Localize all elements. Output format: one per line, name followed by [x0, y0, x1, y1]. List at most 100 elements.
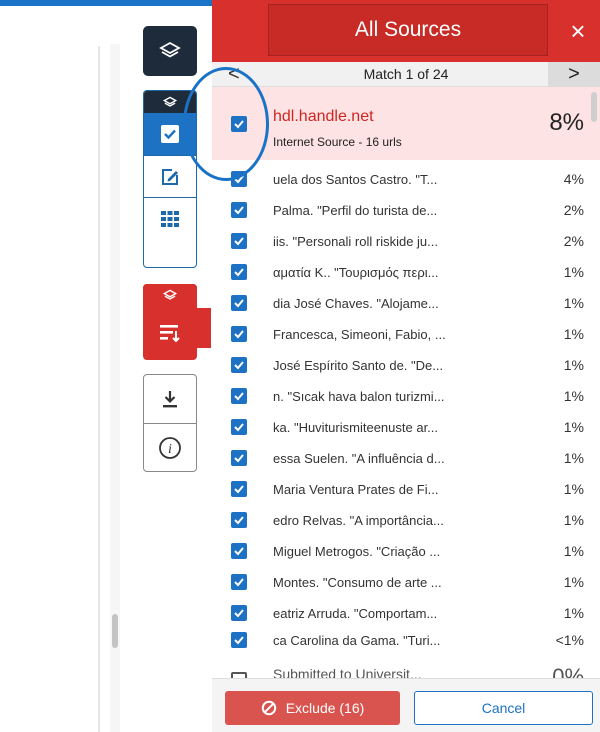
- source-checkbox[interactable]: [231, 543, 247, 559]
- source-checkbox[interactable]: [231, 419, 247, 435]
- source-percentage: 0%: [552, 664, 584, 678]
- active-panel-indicator: [197, 308, 211, 348]
- source-checkbox[interactable]: [231, 326, 247, 342]
- sources-tools-header: [143, 284, 197, 306]
- source-name[interactable]: Francesca, Simeoni, Fabio, ...: [273, 327, 446, 342]
- download-icon: [163, 391, 177, 408]
- check-icon: [234, 485, 244, 494]
- filter-sort-icon: [160, 325, 180, 343]
- source-checkbox[interactable]: [231, 388, 247, 404]
- source-row[interactable]: uela dos Santos Castro. "T... 4%: [212, 163, 584, 194]
- highlight-circle-annotation: [183, 67, 269, 181]
- source-row[interactable]: Palma. "Perfil do turista de... 2%: [212, 194, 584, 225]
- source-percentage: 8%: [549, 109, 584, 136]
- source-name[interactable]: Maria Ventura Prates de Fi...: [273, 482, 438, 497]
- check-icon: [234, 299, 244, 308]
- source-percentage: 2%: [563, 202, 584, 218]
- source-percentage: 1%: [563, 574, 584, 590]
- source-percentage: <1%: [555, 632, 584, 648]
- source-checkbox[interactable]: [231, 264, 247, 280]
- source-checkbox[interactable]: [231, 512, 247, 528]
- source-name[interactable]: ka. "Huviturismiteenuste ar...: [273, 420, 438, 435]
- source-checkbox[interactable]: [231, 202, 247, 218]
- source-checkbox[interactable]: [231, 357, 247, 373]
- exclude-label: Exclude (16): [285, 700, 365, 716]
- source-name[interactable]: Miguel Metrogos. "Criação ...: [273, 544, 440, 559]
- download-button[interactable]: [144, 375, 196, 423]
- source-name[interactable]: hdl.handle.net: [273, 108, 374, 126]
- check-icon: [234, 636, 244, 645]
- source-name[interactable]: iis. "Personali roll riskide ju...: [273, 234, 438, 249]
- source-percentage: 4%: [563, 171, 584, 187]
- source-checkbox[interactable]: [231, 450, 247, 466]
- source-row[interactable]: n. "Sıcak hava balon turizmi... 1%: [212, 380, 584, 411]
- match-navigation-bar: < Match 1 of 24 >: [212, 62, 600, 87]
- source-row[interactable]: edro Relvas. "A importância... 1%: [212, 504, 584, 535]
- info-button[interactable]: i: [144, 423, 196, 471]
- source-row[interactable]: Francesca, Simeoni, Fabio, ... 1%: [212, 318, 584, 349]
- panel-header: All Sources ×: [212, 0, 600, 62]
- source-name[interactable]: José Espírito Santo de. "De...: [273, 358, 443, 373]
- source-checkbox[interactable]: [231, 295, 247, 311]
- check-icon: [234, 423, 244, 432]
- source-name[interactable]: Palma. "Perfil do turista de...: [273, 203, 437, 218]
- match-counter: Match 1 of 24: [363, 66, 449, 82]
- check-icon: [234, 330, 244, 339]
- check-icon: [234, 392, 244, 401]
- source-percentage: 1%: [563, 326, 584, 342]
- ban-icon: [261, 700, 276, 716]
- layers-button[interactable]: [143, 26, 197, 76]
- source-row[interactable]: essa Suelen. "A influência d... 1%: [212, 442, 584, 473]
- source-name[interactable]: dia José Chaves. "Alojame...: [273, 296, 439, 311]
- source-name[interactable]: Submitted to Universit...: [273, 666, 422, 678]
- source-row[interactable]: ka. "Huviturismiteenuste ar... 1%: [212, 411, 584, 442]
- exclude-button[interactable]: Exclude (16): [225, 691, 400, 725]
- source-name[interactable]: essa Suelen. "A influência d...: [273, 451, 445, 466]
- source-row[interactable]: Miguel Metrogos. "Criação ... 1%: [212, 535, 584, 566]
- edit-button[interactable]: [144, 155, 196, 197]
- svg-text:i: i: [168, 442, 172, 457]
- grid-view-button[interactable]: [144, 197, 196, 239]
- document-edge: [98, 46, 100, 732]
- document-scrollbar-thumb[interactable]: [112, 614, 118, 648]
- source-type: Internet Source - 16 urls: [273, 135, 402, 149]
- source-row[interactable]: Maria Ventura Prates de Fi... 1%: [212, 473, 584, 504]
- check-icon: [234, 609, 244, 618]
- source-checkbox[interactable]: [231, 632, 247, 648]
- source-row-partial[interactable]: Submitted to Universit... 0%: [212, 652, 600, 678]
- source-percentage: 1%: [563, 512, 584, 528]
- close-button[interactable]: ×: [564, 16, 592, 46]
- source-checkbox[interactable]: [231, 481, 247, 497]
- chevron-right-icon: >: [568, 63, 580, 85]
- source-row[interactable]: iis. "Personali roll riskide ju... 2%: [212, 225, 584, 256]
- source-percentage: 1%: [563, 481, 584, 497]
- source-name[interactable]: ca Carolina da Gama. "Turi...: [273, 633, 440, 648]
- filter-sources-button[interactable]: [143, 306, 197, 360]
- source-name[interactable]: eatriz Arruda. "Comportam...: [273, 606, 437, 621]
- source-row[interactable]: Montes. "Consumo de arte ... 1%: [212, 566, 584, 597]
- source-checkbox[interactable]: [231, 233, 247, 249]
- source-name[interactable]: n. "Sıcak hava balon turizmi...: [273, 389, 445, 404]
- source-row[interactable]: dia José Chaves. "Alojame... 1%: [212, 287, 584, 318]
- source-percentage: 1%: [563, 388, 584, 404]
- all-sources-panel: All Sources × < Match 1 of 24 > hdl.hand…: [212, 0, 600, 732]
- source-percentage: 1%: [563, 264, 584, 280]
- source-row[interactable]: José Espírito Santo de. "De... 1%: [212, 349, 584, 380]
- source-row[interactable]: ca Carolina da Gama. "Turi... <1%: [212, 624, 584, 655]
- panel-title: All Sources: [354, 18, 462, 41]
- panel-scrollbar-thumb[interactable]: [591, 92, 597, 122]
- selected-source-row[interactable]: hdl.handle.net Internet Source - 16 urls…: [212, 87, 600, 160]
- source-row[interactable]: αματία Κ.. "Τουρισμός περι... 1%: [212, 256, 584, 287]
- sources-tools-group: [143, 284, 197, 360]
- source-checkbox[interactable]: [231, 574, 247, 590]
- source-name[interactable]: uela dos Santos Castro. "T...: [273, 172, 437, 187]
- check-icon: [234, 516, 244, 525]
- source-name[interactable]: αματία Κ.. "Τουρισμός περι...: [273, 265, 438, 280]
- panel-footer: Exclude (16) Cancel: [212, 678, 600, 732]
- source-name[interactable]: Montes. "Consumo de arte ...: [273, 575, 442, 590]
- source-percentage: 1%: [563, 357, 584, 373]
- next-match-button[interactable]: >: [548, 62, 600, 87]
- source-checkbox[interactable]: [231, 605, 247, 621]
- cancel-button[interactable]: Cancel: [414, 691, 593, 725]
- source-name[interactable]: edro Relvas. "A importância...: [273, 513, 444, 528]
